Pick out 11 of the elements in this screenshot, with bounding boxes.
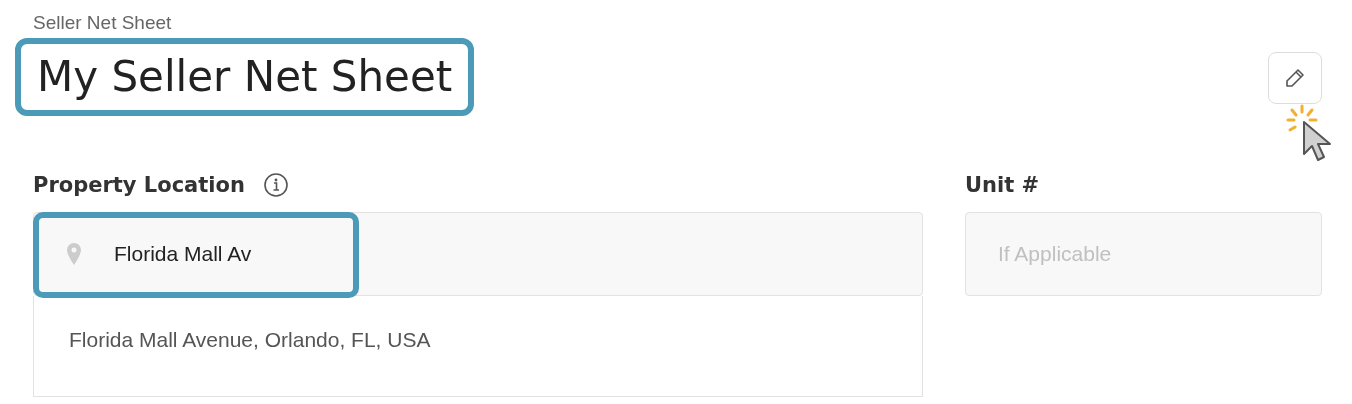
edit-button[interactable] (1268, 52, 1322, 104)
sheet-title: My Seller Net Sheet (15, 38, 475, 117)
location-input[interactable]: Florida Mall Av (33, 212, 923, 297)
field-label: Property Location (33, 173, 245, 198)
field-label: Unit # (965, 173, 1040, 198)
unit-input[interactable]: If Applicable (965, 212, 1322, 297)
page-subtitle: Seller Net Sheet (33, 12, 173, 34)
info-icon[interactable] (262, 172, 289, 199)
pencil-icon (1283, 66, 1307, 90)
map-pin-icon (66, 242, 82, 267)
suggestion-item[interactable]: Florida Mall Avenue, Orlando, FL, USA (34, 296, 922, 385)
